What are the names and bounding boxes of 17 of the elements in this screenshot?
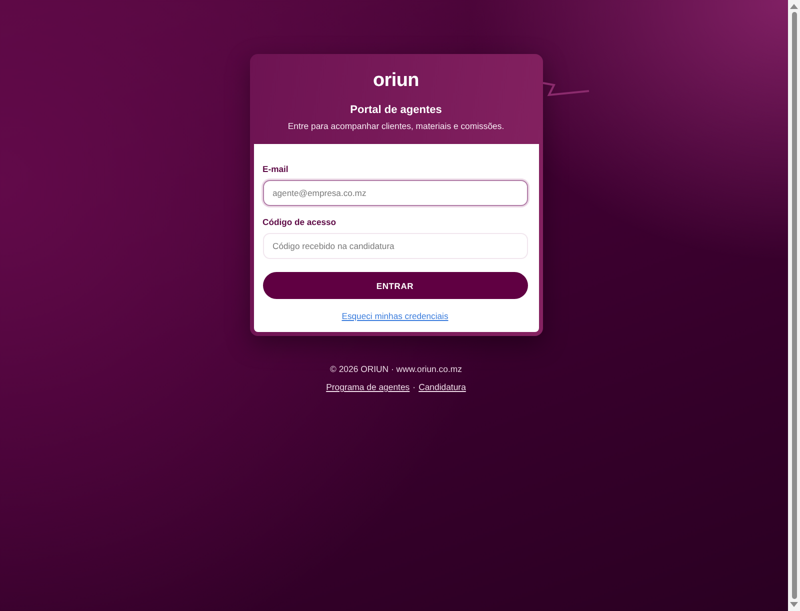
brand-logo: oriun [373,70,419,91]
field-label: Código de acesso [262,217,336,228]
input-field[interactable]: agente@empresa.co.mz [262,180,528,206]
footer-link[interactable]: Programa de agentes [326,382,410,393]
scroll-down-icon[interactable] [790,602,798,607]
field-label: E-mail [262,164,288,175]
portal-title: Portal de agentes [350,103,442,117]
scrollbar[interactable] [788,0,800,611]
scroll-up-icon[interactable] [790,4,798,9]
link-separator: · [412,382,416,393]
login-button[interactable]: ENTRAR [262,272,528,299]
forgot-credentials-link[interactable]: Esqueci minhas credenciais [342,311,448,322]
copyright-text: © 2026 ORIUN · www.oriun.co.mz [330,364,462,375]
portal-subtitle: Entre para acompanhar clientes, materiais e comissões. [288,120,504,132]
footer-link[interactable]: Candidatura [418,382,466,393]
scrollbar-thumb[interactable] [792,12,796,599]
zigzag-stroke-icon [542,82,590,97]
